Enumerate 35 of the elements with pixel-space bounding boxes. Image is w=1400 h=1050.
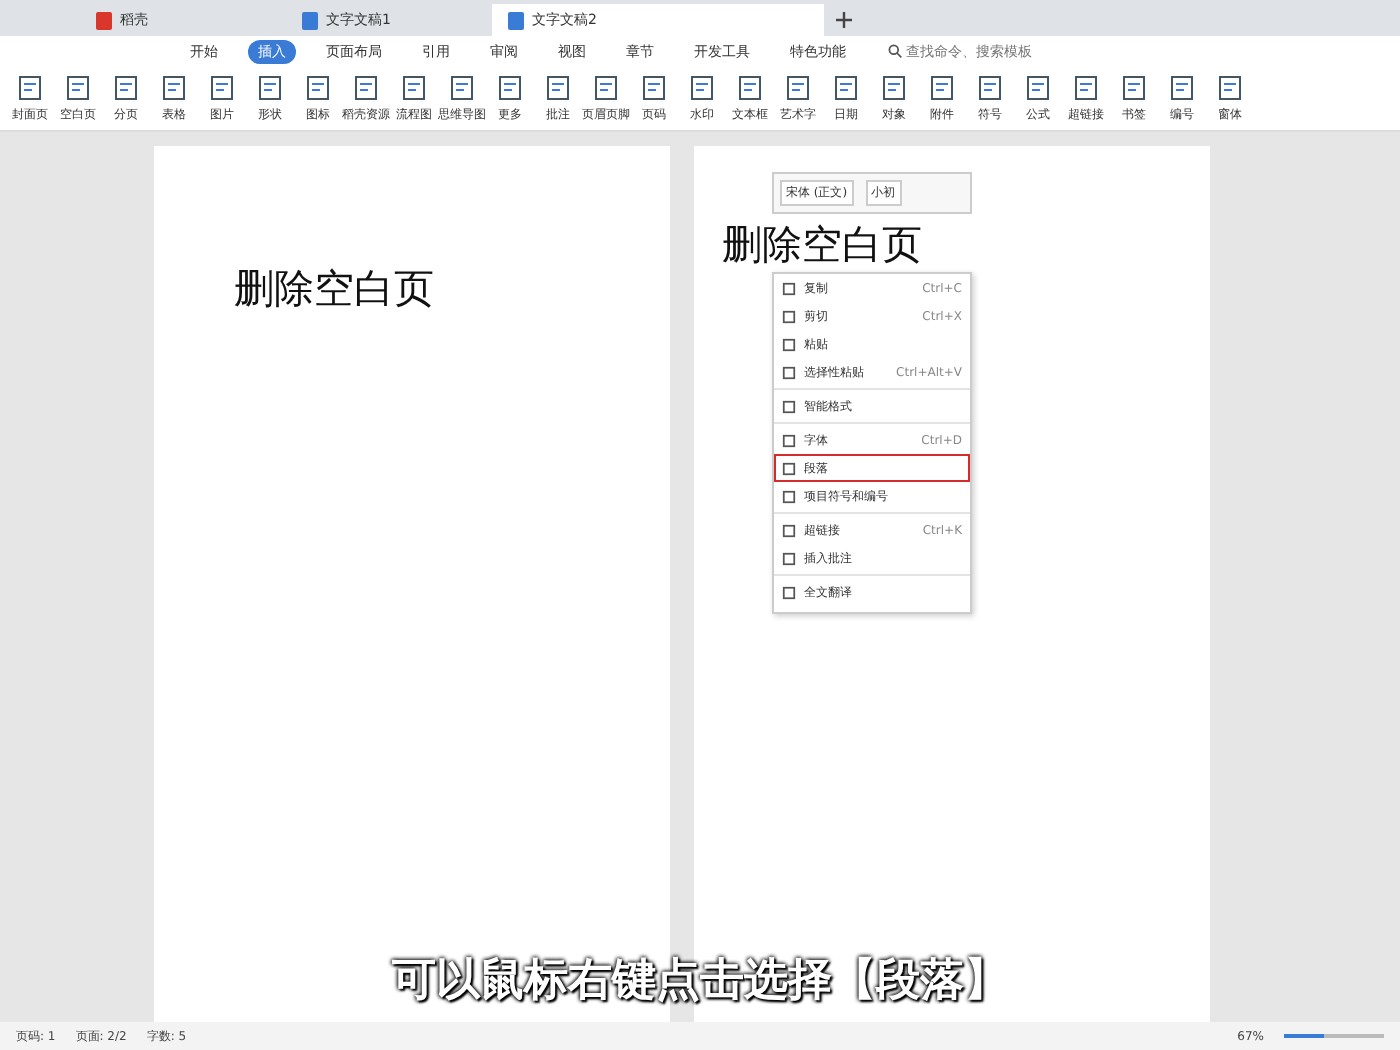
document-icon: [1024, 73, 1052, 101]
document-icon: [736, 73, 764, 101]
document-icon: [880, 73, 908, 101]
search-icon: [888, 44, 902, 58]
document-icon: [112, 73, 140, 101]
document-icon: [592, 73, 620, 101]
document-icon: [784, 73, 812, 101]
document-icon: [928, 73, 956, 101]
app-icon: [96, 11, 112, 29]
document-icon: [832, 73, 860, 101]
document-icon: [1120, 73, 1148, 101]
document-icon: [304, 73, 332, 101]
document-icon: [64, 73, 92, 101]
document-icon: [302, 11, 318, 29]
document-icon: [508, 11, 524, 29]
document-icon: [448, 73, 476, 101]
document-icon: [16, 73, 44, 101]
document-icon: [544, 73, 572, 101]
item-icon: [782, 399, 796, 413]
page-heading: 删除空白页: [234, 262, 436, 316]
document-icon: [160, 73, 188, 101]
document-icon: [496, 73, 524, 101]
page-heading: 删除空白页: [722, 218, 924, 272]
document-icon: [1216, 73, 1244, 101]
item-icon: [782, 585, 796, 599]
document-icon: [1072, 73, 1100, 101]
document-icon: [352, 73, 380, 101]
document-icon: [256, 73, 284, 101]
document-icon: [688, 73, 716, 101]
document-icon: [1168, 73, 1196, 101]
document-icon: [976, 73, 1004, 101]
document-icon: [400, 73, 428, 101]
document-icon: [208, 73, 236, 101]
subtitle-caption: 可以鼠标右键点击选择【段落】: [392, 952, 1008, 1010]
document-icon: [640, 73, 668, 101]
